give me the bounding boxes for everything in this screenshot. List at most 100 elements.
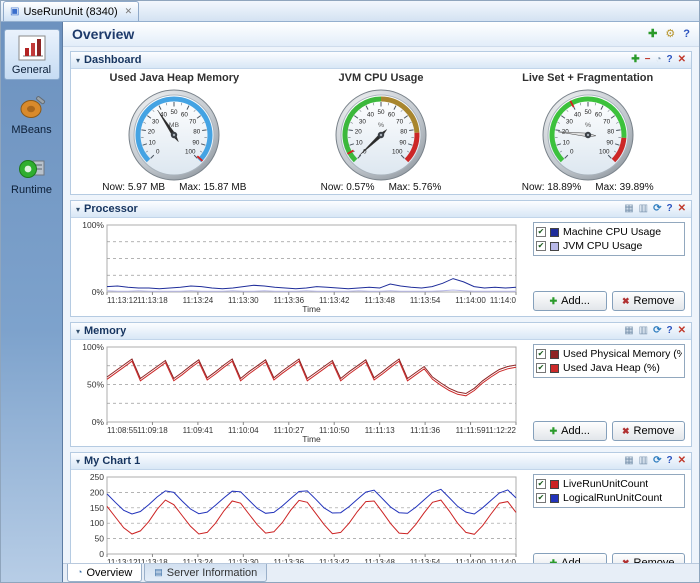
svg-text:11:14:00: 11:14:00 xyxy=(455,558,486,563)
processor-chart: 100%0%11:13:1211:13:1811:13:2411:13:3011… xyxy=(71,221,526,314)
legend-checkbox[interactable]: ✔ xyxy=(536,349,546,359)
add-chart-icon[interactable]: ✚ xyxy=(648,29,657,40)
add-attribute-button[interactable]: ✚ Add... xyxy=(533,291,607,311)
add-icon: ✚ xyxy=(550,297,558,306)
svg-text:200: 200 xyxy=(90,487,104,497)
collapse-icon[interactable]: ▾ xyxy=(76,457,80,466)
svg-text:0: 0 xyxy=(156,148,160,155)
table-settings-icon[interactable]: ▦ xyxy=(624,456,633,466)
svg-text:40: 40 xyxy=(367,112,375,119)
svg-text:50: 50 xyxy=(95,534,105,544)
svg-text:11:13:12: 11:13:12 xyxy=(107,558,138,563)
series-color-swatch xyxy=(550,350,559,359)
svg-text:10: 10 xyxy=(562,139,570,146)
legend-checkbox[interactable]: ✔ xyxy=(536,479,546,489)
refresh-icon[interactable]: ⟳ xyxy=(653,326,661,336)
close-section-icon[interactable]: ✕ xyxy=(678,456,686,466)
svg-text:11:12:22: 11:12:22 xyxy=(485,426,516,435)
general-chart-icon xyxy=(16,34,48,62)
close-section-icon[interactable]: ✕ xyxy=(678,326,686,336)
svg-text:11:08:55: 11:08:55 xyxy=(107,426,138,435)
help-icon[interactable]: ? xyxy=(667,204,673,214)
svg-text:20: 20 xyxy=(148,129,156,136)
add-attribute-button[interactable]: ✚ Add... xyxy=(533,421,607,441)
collapse-icon[interactable]: ▾ xyxy=(76,56,80,65)
table-settings-icon[interactable]: ▦ xyxy=(624,204,633,214)
remove-dial-icon[interactable]: − xyxy=(645,55,651,65)
svg-text:11:13:42: 11:13:42 xyxy=(319,296,350,305)
gauge-title: JVM CPU Usage xyxy=(339,71,424,85)
cpu-gauge: JVM CPU Usage 0102030405060708090100% No… xyxy=(278,71,485,193)
processor-section: ▾ Processor ▦ ▥ ⟳ ? ✕ 100%0%11:13:1211:1… xyxy=(70,200,692,317)
series-color-swatch xyxy=(550,242,559,251)
svg-text:0%: 0% xyxy=(92,287,105,297)
svg-text:60: 60 xyxy=(388,112,396,119)
editor-tab-bar: ▣ UseRunUnit (8340) ✕ xyxy=(1,1,699,22)
legend-checkbox[interactable]: ✔ xyxy=(536,241,546,251)
svg-text:50: 50 xyxy=(584,109,592,116)
processor-legend: ✔ Machine CPU Usage ✔JVM CPU Usage xyxy=(533,222,685,256)
accessibility-icon[interactable]: ▥ xyxy=(639,326,648,336)
svg-text:11:13:54: 11:13:54 xyxy=(410,558,441,563)
cpu-gauge-dial: 0102030405060708090100% xyxy=(306,85,456,181)
gauge-max-value: Max: 39.89% xyxy=(595,182,653,193)
series-color-swatch xyxy=(550,228,559,237)
editor-tab-userununit[interactable]: ▣ UseRunUnit (8340) ✕ xyxy=(3,1,139,21)
svg-text:100: 100 xyxy=(392,148,403,155)
remove-icon: ✖ xyxy=(622,427,630,436)
help-icon[interactable]: ? xyxy=(667,326,673,336)
close-section-icon[interactable]: ✕ xyxy=(678,204,686,214)
sidebar-item-general[interactable]: General xyxy=(4,29,60,80)
svg-text:80: 80 xyxy=(400,129,408,136)
svg-text:90: 90 xyxy=(193,139,201,146)
mychart-section-header[interactable]: ▾ My Chart 1 ▦ ▥ ⟳ ? ✕ xyxy=(71,453,691,470)
jmc-window: ▣ UseRunUnit (8340) ✕ General xyxy=(0,0,700,583)
table-settings-icon[interactable]: ▦ xyxy=(624,326,633,336)
series-color-swatch xyxy=(550,480,559,489)
gauges-row: Used Java Heap Memory 010203040506070809… xyxy=(71,69,691,194)
page-tab-bar: ◔ Overview ▤ Server Information xyxy=(63,563,699,582)
add-dial-icon[interactable]: ✚ xyxy=(631,55,639,65)
mychart-legend: ✔LiveRunUnitCount✔LogicalRunUnitCount xyxy=(533,474,685,508)
tab-overview[interactable]: ◔ Overview xyxy=(67,564,142,582)
accessibility-icon[interactable]: ▥ xyxy=(639,204,648,214)
help-icon[interactable]: ? xyxy=(667,55,673,65)
collapse-icon[interactable]: ▾ xyxy=(76,327,80,336)
svg-text:100%: 100% xyxy=(82,343,104,352)
legend-item: ✔JVM CPU Usage xyxy=(536,240,682,252)
collapse-icon[interactable]: ▾ xyxy=(76,205,80,214)
settings-icon[interactable]: ⚙ xyxy=(665,29,675,40)
svg-text:20: 20 xyxy=(355,129,363,136)
help-icon[interactable]: ? xyxy=(667,456,673,466)
legend-checkbox[interactable]: ✔ xyxy=(536,493,546,503)
add-attribute-button[interactable]: ✚ Add... xyxy=(533,553,607,563)
sidebar-item-runtime[interactable]: Runtime xyxy=(4,149,60,200)
svg-text:100%: 100% xyxy=(82,221,104,230)
remove-attribute-button[interactable]: ✖ Remove xyxy=(612,291,686,311)
close-section-icon[interactable]: ✕ xyxy=(678,55,686,65)
svg-text:80: 80 xyxy=(194,129,202,136)
legend-label: Machine CPU Usage xyxy=(563,226,661,238)
remove-attribute-button[interactable]: ✖ Remove xyxy=(612,553,686,563)
legend-checkbox[interactable]: ✔ xyxy=(536,227,546,237)
refresh-icon[interactable]: ⟳ xyxy=(653,204,661,214)
help-icon[interactable]: ? xyxy=(683,29,690,40)
svg-text:150: 150 xyxy=(90,503,104,513)
heap-gauge-dial: 0102030405060708090100MB xyxy=(99,85,249,181)
accessibility-icon[interactable]: ▥ xyxy=(639,456,648,466)
add-button-label: Add... xyxy=(561,425,590,437)
dial-icon[interactable]: ◔ xyxy=(655,55,661,65)
memory-section-header[interactable]: ▾ Memory ▦ ▥ ⟳ ? ✕ xyxy=(71,323,691,340)
svg-text:250: 250 xyxy=(90,473,104,482)
processor-section-header[interactable]: ▾ Processor ▦ ▥ ⟳ ? ✕ xyxy=(71,201,691,218)
legend-checkbox[interactable]: ✔ xyxy=(536,363,546,373)
tab-close-icon[interactable]: ✕ xyxy=(125,6,133,17)
remove-attribute-button[interactable]: ✖ Remove xyxy=(612,421,686,441)
gauge-max-value: Max: 5.76% xyxy=(389,182,442,193)
refresh-icon[interactable]: ⟳ xyxy=(653,456,661,466)
tab-server-information[interactable]: ▤ Server Information xyxy=(144,564,267,582)
svg-text:%: % xyxy=(378,122,384,129)
svg-text:50%: 50% xyxy=(87,380,104,390)
dashboard-section-header[interactable]: ▾ Dashboard ✚ − ◔ ? ✕ xyxy=(71,52,691,69)
sidebar-item-mbeans[interactable]: MBeans xyxy=(4,89,60,140)
